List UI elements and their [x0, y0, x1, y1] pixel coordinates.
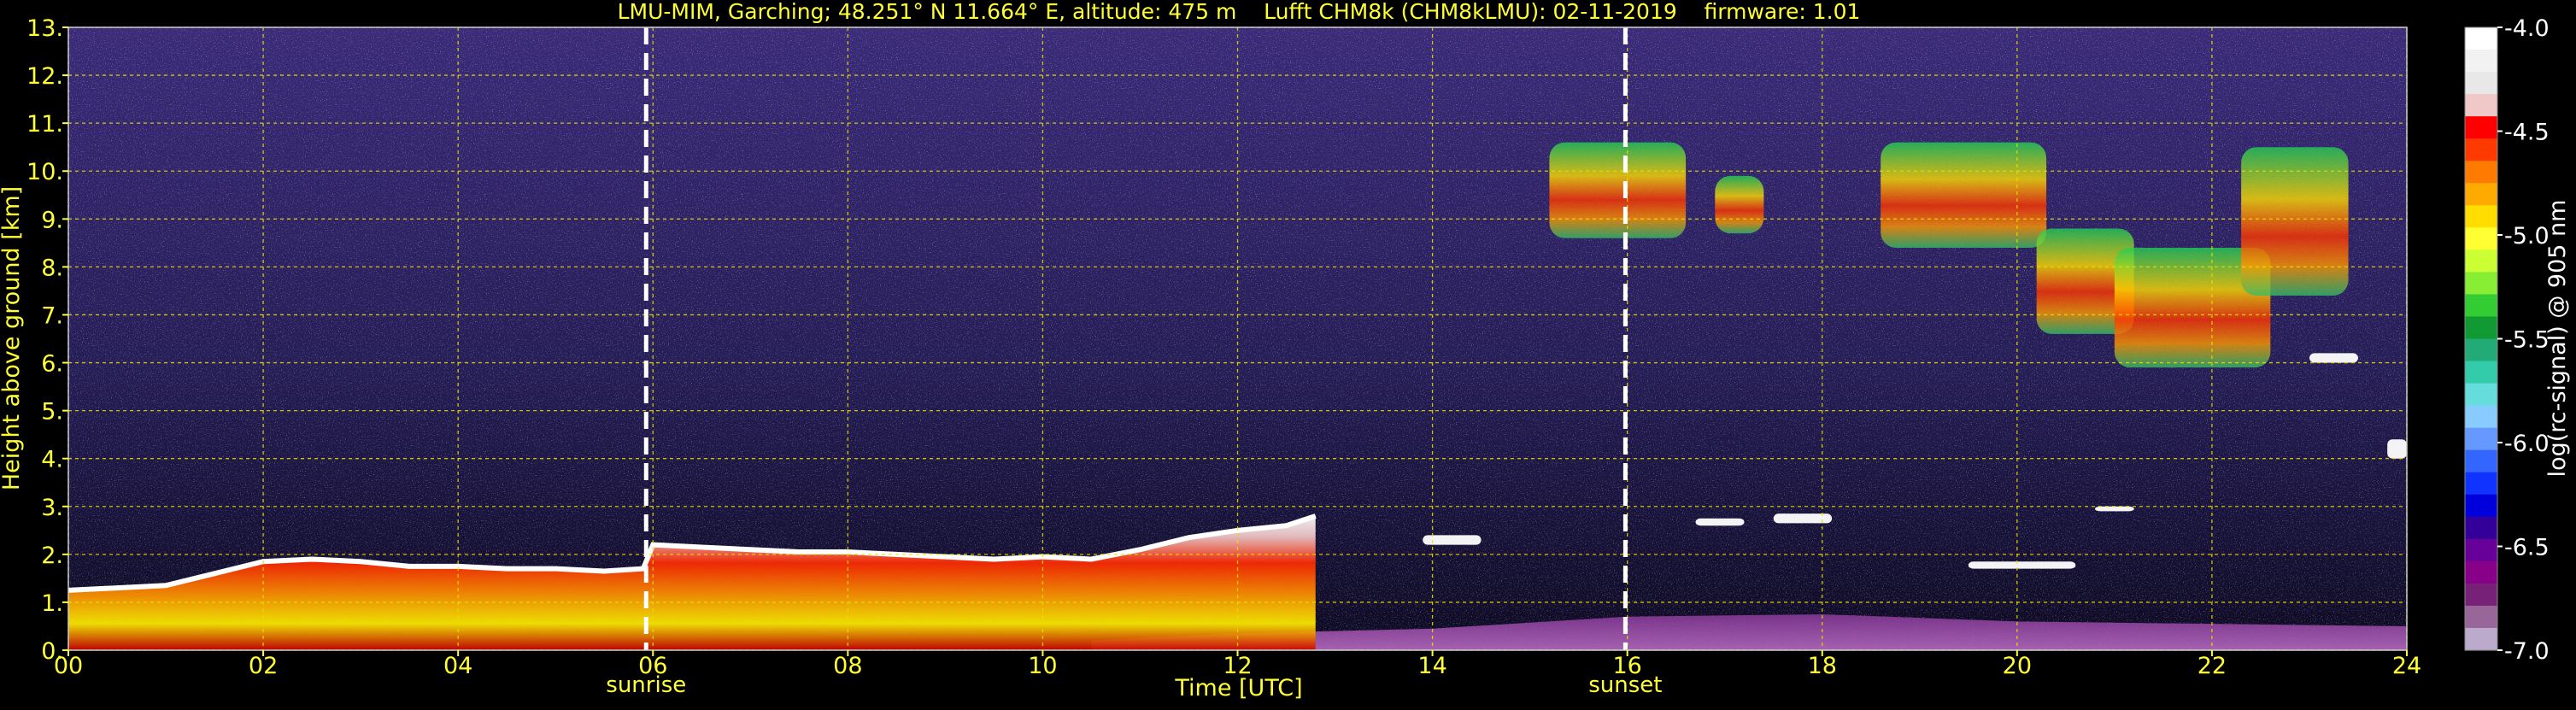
- colorbar-tick-label: -4.0: [2504, 15, 2550, 42]
- ceilometer-chart: sunrise sunset 00 02 04 06 08 10 12 14 16 18 20 22 24…: [0, 0, 2571, 701]
- plot-area: sunrise sunset: [67, 26, 2408, 698]
- y-tick-label: 4.: [41, 447, 63, 473]
- colorbar-segment: [2465, 294, 2497, 318]
- colorbar-segment: [2465, 227, 2497, 250]
- y-tick-label: 5.: [41, 399, 63, 425]
- colorbar-label: log(rc-signal) @ 905 nm: [2544, 200, 2571, 478]
- y-tick-label: 0.: [41, 638, 63, 665]
- colorbar-tick-label: -6.0: [2504, 431, 2550, 457]
- x-tick-label: 18: [1808, 653, 1837, 679]
- y-axis-label: Height above ground [km]: [0, 186, 25, 490]
- colorbar-segment: [2465, 183, 2497, 206]
- colorbar-segment: [2465, 472, 2497, 496]
- colorbar-segment: [2465, 272, 2497, 296]
- x-axis-label: Time [UTC]: [1174, 675, 1302, 701]
- colorbar-segment: [2465, 50, 2497, 73]
- cloud-feature: [1695, 518, 1745, 526]
- colorbar-segment: [2465, 316, 2497, 340]
- colorbar-segment: [2465, 405, 2497, 429]
- colorbar-segment: [2465, 161, 2497, 184]
- colorbar-segment: [2465, 94, 2497, 117]
- colorbar-segment: [2465, 338, 2497, 362]
- colorbar-segment: [2465, 72, 2497, 95]
- colorbar-segment: [2465, 516, 2497, 540]
- y-tick-label: 11.: [26, 111, 63, 138]
- y-tick-label: 9.: [41, 207, 63, 233]
- cloud-feature: [2241, 147, 2349, 296]
- cloud-feature: [1423, 535, 1482, 545]
- ceilometer-figure: sunrise sunset 00 02 04 06 08 10 12 14 16 18 20 22 24…: [0, 0, 2576, 706]
- colorbar-tick-label: -5.5: [2504, 327, 2550, 354]
- cloud-feature: [2387, 439, 2407, 459]
- chart-title: LMU-MIM, Garching; 48.251° N 11.664° E, …: [618, 0, 1861, 24]
- y-tick-label: 7.: [41, 302, 63, 329]
- x-tick-label: 02: [249, 653, 278, 679]
- x-tick-label: 08: [833, 653, 862, 679]
- x-tick-label: 04: [443, 653, 472, 679]
- y-tick-label: 13.: [26, 15, 63, 42]
- colorbar-segment: [2465, 427, 2497, 451]
- x-tick-label: 24: [2392, 653, 2421, 679]
- colorbar-segment: [2465, 538, 2497, 562]
- x-tick-label: 22: [2198, 653, 2227, 679]
- cloud-feature: [1968, 561, 2076, 569]
- colorbar-segment: [2465, 27, 2497, 50]
- colorbar-tick-label: -7.0: [2504, 638, 2550, 665]
- cloud-feature: [1773, 513, 1833, 524]
- cloud-feature: [1881, 142, 2047, 248]
- cloud-feature: [2095, 506, 2134, 512]
- y-tick-label: 6.: [41, 351, 63, 378]
- colorbar-segment: [2465, 627, 2497, 651]
- colorbar-segment: [2465, 383, 2497, 407]
- colorbar-segment: [2465, 494, 2497, 518]
- y-tick-label: 1.: [41, 590, 63, 617]
- colorbar: -4.0 -4.5 -5.0 -5.5 -6.0 -6.5 -7.0: [2464, 15, 2550, 665]
- colorbar-segment: [2465, 249, 2497, 273]
- colorbar-tick-label: -4.5: [2504, 120, 2550, 146]
- x-tick-label: 06: [638, 653, 667, 679]
- y-tick-label: 12.: [26, 63, 63, 90]
- x-tick-label: 16: [1612, 653, 1641, 679]
- colorbar-segment: [2465, 116, 2497, 139]
- colorbar-segment: [2465, 583, 2497, 607]
- colorbar-segment: [2465, 138, 2497, 161]
- x-tick-label: 20: [2003, 653, 2032, 679]
- cloud-feature: [1715, 175, 1764, 234]
- colorbar-tick-label: -5.0: [2504, 223, 2550, 249]
- y-tick-label: 2.: [41, 543, 63, 569]
- colorbar-segment: [2465, 560, 2497, 584]
- y-tick-label: 10.: [26, 159, 63, 185]
- colorbar-segment: [2465, 205, 2497, 228]
- colorbar-tick-label: -6.5: [2504, 535, 2550, 561]
- cloud-feature: [2309, 353, 2358, 363]
- y-tick-label: 3.: [41, 495, 63, 521]
- x-tick-label: 10: [1028, 653, 1057, 679]
- x-tick-label: 14: [1417, 653, 1446, 679]
- colorbar-segment: [2465, 605, 2497, 629]
- cloud-feature: [1549, 142, 1687, 238]
- colorbar-segment: [2465, 361, 2497, 384]
- y-tick-label: 8.: [41, 255, 63, 281]
- colorbar-segment: [2465, 449, 2497, 473]
